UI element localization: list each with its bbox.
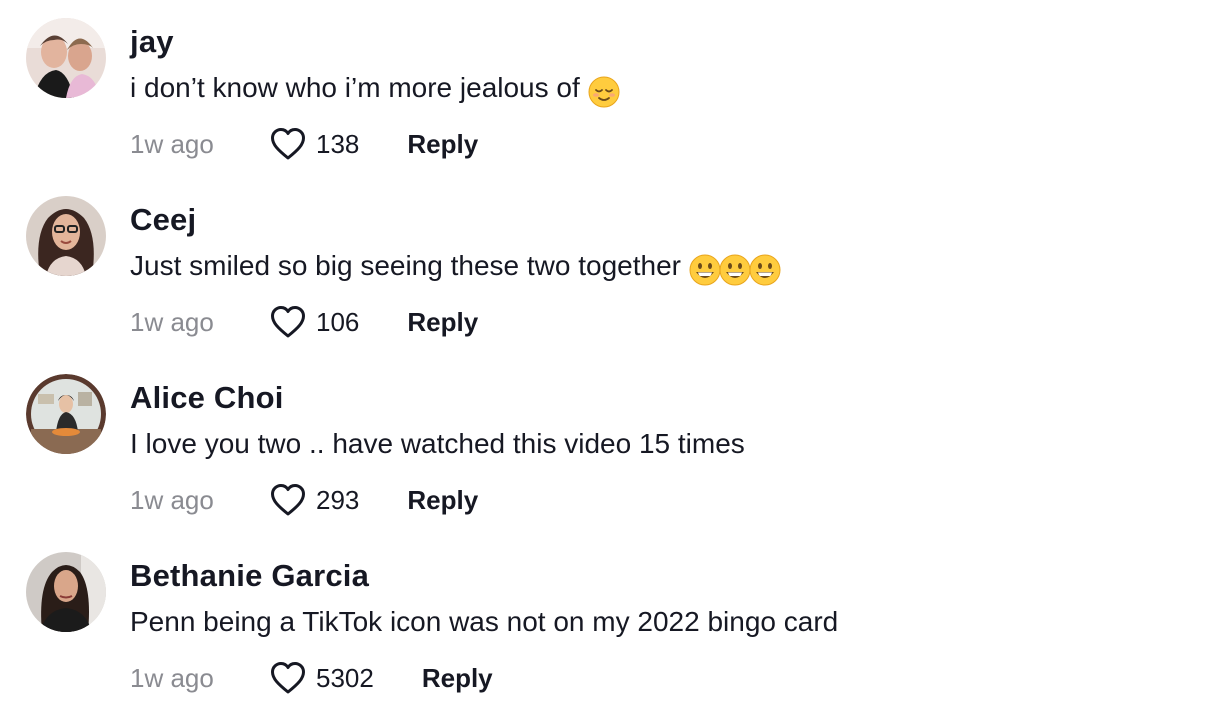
like-button[interactable]: 106 <box>270 305 359 339</box>
comment-meta: 1w ago 138 Reply <box>130 124 478 164</box>
comment-username[interactable]: jay <box>130 24 174 60</box>
heart-outline-icon <box>271 484 305 516</box>
like-button[interactable]: 5302 <box>270 661 374 695</box>
avatar[interactable] <box>26 552 106 632</box>
reply-button[interactable]: Reply <box>407 485 478 516</box>
comment-meta: 1w ago 5302 Reply <box>130 658 493 698</box>
like-button[interactable]: 138 <box>270 127 359 161</box>
comment-text-content: Just smiled so big seeing these two toge… <box>130 250 681 281</box>
comment-username[interactable]: Ceej <box>130 202 196 238</box>
reply-button[interactable]: Reply <box>407 307 478 338</box>
comment-text-content: Penn being a TikTok icon was not on my 2… <box>130 606 839 637</box>
avatar[interactable] <box>26 18 106 98</box>
relieved-face-emoji <box>588 76 620 108</box>
like-count: 138 <box>316 128 360 159</box>
reply-button[interactable]: Reply <box>422 663 493 694</box>
heart-outline-icon <box>271 662 305 694</box>
like-count: 293 <box>316 484 360 515</box>
heart-outline-icon <box>271 128 305 160</box>
comment-meta: 1w ago 293 Reply <box>130 480 478 520</box>
comment-text: Penn being a TikTok icon was not on my 2… <box>130 606 838 638</box>
comment-text-content: i don’t know who i’m more jealous of <box>130 72 580 103</box>
comment-time: 1w ago <box>130 662 214 693</box>
comment-text: Just smiled so big seeing these two toge… <box>130 250 781 286</box>
avatar[interactable] <box>26 196 106 276</box>
comment-text-content: I love you two .. have watched this vide… <box>130 428 745 459</box>
comment-text: I love you two .. have watched this vide… <box>130 428 745 460</box>
comment-time: 1w ago <box>130 306 214 337</box>
grinning-face-emoji <box>689 254 781 286</box>
comment-item: Alice Choi I love you two .. have watche… <box>0 356 1230 534</box>
heart-outline-icon <box>271 306 305 338</box>
comment-time: 1w ago <box>130 128 214 159</box>
comment-item: jay i don’t know who i’m more jealous of… <box>0 0 1230 178</box>
comment-text: i don’t know who i’m more jealous of <box>130 72 620 108</box>
reply-button[interactable]: Reply <box>407 129 478 160</box>
comment-item: Ceej Just smiled so big seeing these two… <box>0 178 1230 356</box>
comment-meta: 1w ago 106 Reply <box>130 302 478 342</box>
comment-username[interactable]: Alice Choi <box>130 380 284 416</box>
comment-time: 1w ago <box>130 484 214 515</box>
avatar[interactable] <box>26 374 106 454</box>
like-count: 106 <box>316 306 360 337</box>
like-count: 5302 <box>316 662 374 693</box>
comment-username[interactable]: Bethanie Garcia <box>130 558 369 594</box>
comment-item: Bethanie Garcia Penn being a TikTok icon… <box>0 534 1230 712</box>
like-button[interactable]: 293 <box>270 483 359 517</box>
